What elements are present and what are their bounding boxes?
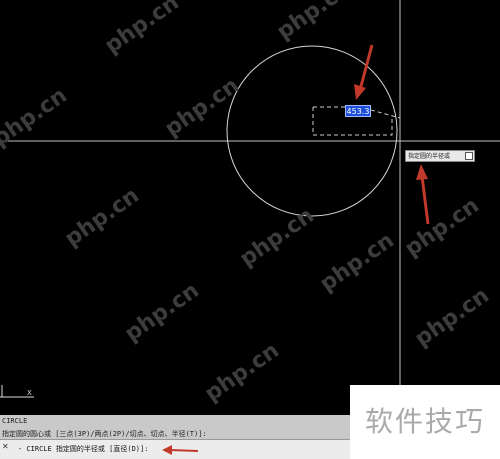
annotation-arrow-right — [416, 164, 430, 225]
site-logo: 软件技巧 — [350, 385, 500, 459]
annotation-arrow-left — [162, 445, 199, 455]
cursor-tooltip: 指定圆的半径或 — [405, 150, 475, 162]
command-history-line: CIRCLE — [2, 417, 28, 425]
ucs-x-label: X — [27, 389, 32, 397]
radius-input-field[interactable]: 453.3 — [345, 105, 371, 117]
command-history-line: 指定圆的圆心或 [三点(3P)/两点(2P)/切点、切点、半径(T)]: — [2, 430, 207, 438]
close-icon[interactable]: ✕ — [2, 442, 9, 451]
command-line-panel: CIRCLE 指定圆的圆心或 [三点(3P)/两点(2P)/切点、切点、半径(T… — [0, 415, 350, 459]
ucs-icon: X — [0, 385, 34, 398]
command-prompt[interactable]: - CIRCLE 指定圆的半径或 [直径(D)]: — [18, 444, 148, 454]
circle-preview — [226, 45, 398, 217]
annotation-arrow-top — [354, 44, 374, 100]
tooltip-options-icon[interactable] — [465, 152, 473, 160]
command-input-row[interactable]: ✕ - CIRCLE 指定圆的半径或 [直径(D)]: — [0, 439, 350, 459]
tooltip-text: 指定圆的半径或 — [408, 153, 451, 160]
